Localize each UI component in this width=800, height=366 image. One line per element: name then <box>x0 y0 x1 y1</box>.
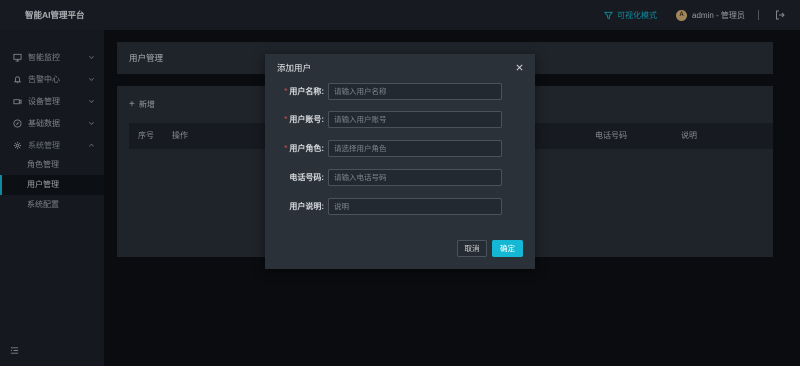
field-label: * 用户账号: <box>284 115 324 124</box>
dialog-title: 添加用户 <box>277 63 312 73</box>
form-row-role: * 用户角色: <box>265 140 535 157</box>
cancel-button[interactable]: 取消 <box>457 240 487 257</box>
field-label: * 用户名称: <box>284 87 324 96</box>
role-select[interactable] <box>328 140 502 157</box>
field-label: 用户说明: <box>289 202 324 211</box>
form-row-phone: 电话号码: <box>265 169 535 186</box>
confirm-button[interactable]: 确定 <box>492 240 523 257</box>
form-row-description: 用户说明: <box>265 198 535 215</box>
phone-input[interactable] <box>328 169 502 186</box>
description-input[interactable] <box>328 198 502 215</box>
close-icon[interactable] <box>515 63 524 72</box>
required-mark: * <box>284 115 288 124</box>
add-user-dialog: 添加用户 *用户名称: *用户账号: *用户角色: 电话号码: 用户说明: 取消… <box>265 54 535 269</box>
form-row-account: * 用户账号: <box>265 111 535 128</box>
field-label: 电话号码: <box>289 173 324 182</box>
required-mark: * <box>284 87 288 96</box>
field-label: * 用户角色: <box>284 144 324 153</box>
account-input[interactable] <box>328 111 502 128</box>
username-input[interactable] <box>328 83 502 100</box>
required-mark: * <box>284 144 288 153</box>
form-row-username: * 用户名称: <box>265 83 535 100</box>
